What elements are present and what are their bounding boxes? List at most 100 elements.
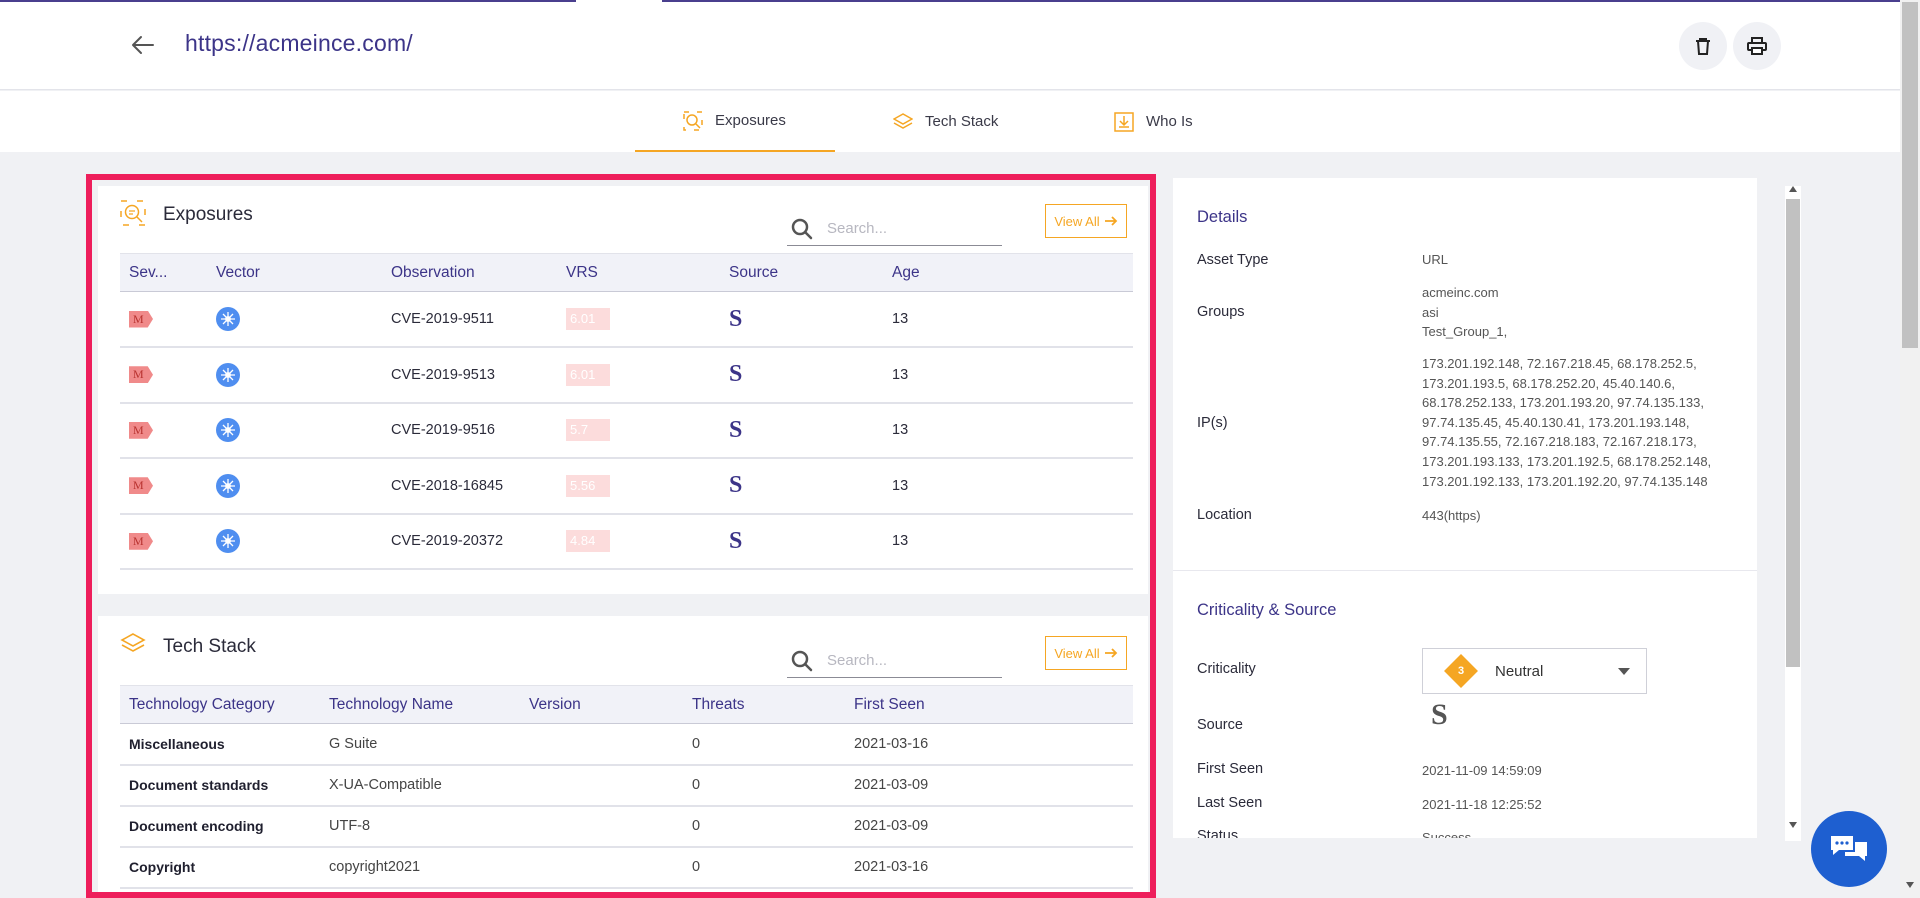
details-title: Details — [1197, 208, 1248, 226]
tech-name-cell[interactable]: G Suite — [320, 723, 520, 766]
arrow-right-icon — [1104, 648, 1117, 658]
table-row[interactable]: M CVE-2019-9513 6.01 S 13 — [120, 347, 1133, 404]
category-cell: Document encoding — [120, 805, 320, 848]
details-panel: Details Asset Type URL Groups acmeinc.co… — [1173, 178, 1757, 838]
observation-cell[interactable]: CVE-2019-9513 — [382, 347, 557, 404]
column-header[interactable]: Vector — [207, 253, 382, 292]
network-vector-icon — [216, 362, 240, 387]
last-seen-label: Last Seen — [1197, 795, 1263, 811]
search-icon — [791, 218, 813, 239]
highlighted-panel: Exposures View All Sev... Vector Observa… — [86, 174, 1156, 898]
category-cell: Document standards — [120, 764, 320, 807]
observation-cell[interactable]: CVE-2019-20372 — [382, 513, 557, 570]
vrs-badge: 6.01 — [566, 363, 610, 386]
category-cell: Copyright — [120, 846, 320, 889]
source-logo: S — [729, 472, 743, 499]
table-row[interactable]: Document standards X-UA-Compatible 0 202… — [120, 764, 1133, 807]
tab-tech-stack[interactable]: Tech Stack — [893, 91, 998, 152]
column-header[interactable]: First Seen — [845, 685, 1133, 724]
tech-stack-title: Tech Stack — [163, 636, 256, 657]
tech-name-cell[interactable]: UTF-8 — [320, 805, 520, 848]
tech-stack-view-all-button[interactable]: View All — [1045, 636, 1127, 670]
severity-badge: M — [129, 366, 153, 384]
ip-line: 173.201.193.133, 173.201.192.5, 68.178.2… — [1422, 453, 1712, 469]
tech-stack-card: Tech Stack View All Technology Category … — [98, 616, 1148, 892]
threats-cell: 0 — [683, 805, 845, 848]
search-input[interactable] — [827, 220, 987, 237]
version-cell — [520, 764, 683, 807]
tech-stack-search[interactable] — [787, 644, 1002, 678]
column-header[interactable]: Sev... — [120, 253, 207, 292]
vrs-badge: 4.84 — [566, 530, 610, 553]
page-header: https://acmeince.com/ — [0, 2, 1900, 90]
scroll-down-icon — [1789, 822, 1797, 828]
network-vector-icon — [216, 529, 240, 554]
search-input[interactable] — [827, 652, 987, 669]
table-row[interactable]: M CVE-2018-16845 5.56 S 13 — [120, 458, 1133, 515]
table-row[interactable]: Miscellaneous G Suite 0 2021-03-16 — [120, 723, 1133, 766]
trash-icon — [1696, 38, 1710, 55]
ip-line: 97.74.135.55, 72.167.218.183, 72.167.218… — [1422, 434, 1697, 450]
delete-button[interactable] — [1679, 22, 1727, 70]
severity-badge: M — [129, 421, 153, 439]
exposures-table: Sev... Vector Observation VRS Source Age… — [120, 253, 1133, 570]
threats-cell: 0 — [683, 723, 845, 766]
exposures-title: Exposures — [163, 204, 253, 225]
source-logo: S — [729, 305, 743, 332]
severity-badge: M — [129, 532, 153, 550]
page-scrollbar[interactable] — [1900, 0, 1920, 898]
criticality-level-icon: 3 — [1444, 654, 1478, 688]
exposures-view-all-button[interactable]: View All — [1045, 204, 1127, 238]
column-header[interactable]: Observation — [382, 253, 557, 292]
vrs-badge: 6.01 — [566, 308, 610, 330]
observation-cell[interactable]: CVE-2019-9511 — [382, 291, 557, 348]
groups-label: Groups — [1197, 304, 1245, 320]
chat-icon — [1831, 836, 1867, 861]
column-header[interactable]: Threats — [683, 685, 845, 724]
back-button[interactable] — [128, 30, 158, 60]
ip-line: 68.178.252.133, 173.201.193.20, 97.74.13… — [1422, 395, 1704, 411]
network-vector-icon — [216, 418, 240, 443]
table-row[interactable]: M CVE-2019-20372 4.84 S 13 — [120, 513, 1133, 570]
observation-cell[interactable]: CVE-2018-16845 — [382, 458, 557, 515]
tech-name-cell[interactable]: X-UA-Compatible — [320, 764, 520, 807]
scrollbar-thumb[interactable] — [1786, 199, 1800, 667]
column-header[interactable]: VRS — [557, 253, 720, 292]
observation-cell[interactable]: CVE-2019-9516 — [382, 402, 557, 459]
table-header-row: Technology Category Technology Name Vers… — [120, 685, 1133, 724]
ip-line: 173.201.192.133, 173.201.192.20, 97.74.1… — [1422, 473, 1708, 489]
column-header[interactable]: Technology Name — [320, 685, 520, 724]
version-cell — [520, 805, 683, 848]
printer-icon — [1747, 37, 1767, 55]
tech-name-cell[interactable]: copyright2021 — [320, 846, 520, 889]
view-all-label: View All — [1054, 645, 1100, 661]
chat-button[interactable] — [1811, 811, 1887, 887]
tab-exposures[interactable]: Exposures — [635, 91, 835, 152]
column-header[interactable]: Age — [883, 253, 1133, 292]
status-value: Success — [1422, 830, 1472, 838]
criticality-select[interactable]: 3 Neutral — [1422, 648, 1647, 694]
asset-type-label: Asset Type — [1197, 252, 1269, 268]
tech-stack-table: Technology Category Technology Name Vers… — [120, 685, 1133, 889]
table-row[interactable]: Document encoding UTF-8 0 2021-03-09 — [120, 805, 1133, 848]
age-cell: 13 — [883, 513, 1133, 570]
threats-cell: 0 — [683, 764, 845, 807]
table-row[interactable]: M CVE-2019-9516 5.7 S 13 — [120, 402, 1133, 459]
print-button[interactable] — [1733, 22, 1781, 70]
column-header[interactable]: Version — [520, 685, 683, 724]
column-header[interactable]: Technology Category — [120, 685, 320, 724]
scrollbar-thumb[interactable] — [1902, 2, 1918, 348]
exposures-search[interactable] — [787, 212, 1002, 246]
age-cell: 13 — [883, 347, 1133, 404]
tab-who-is[interactable]: Who Is — [1114, 91, 1193, 152]
arrow-left-icon — [132, 36, 154, 54]
table-row[interactable]: Copyright copyright2021 0 2021-03-16 — [120, 846, 1133, 889]
table-row[interactable]: M CVE-2019-9511 6.01 S 13 — [120, 291, 1133, 348]
source-logo: S — [729, 361, 743, 388]
criticality-label: Criticality — [1197, 661, 1256, 677]
column-header[interactable]: Source — [720, 253, 883, 292]
groups-value: acmeinc.com asi Test_Group_1, — [1422, 283, 1507, 342]
criticality-value: Neutral — [1495, 662, 1544, 680]
details-scrollbar[interactable] — [1785, 186, 1801, 841]
group-item: asi — [1422, 304, 1439, 320]
